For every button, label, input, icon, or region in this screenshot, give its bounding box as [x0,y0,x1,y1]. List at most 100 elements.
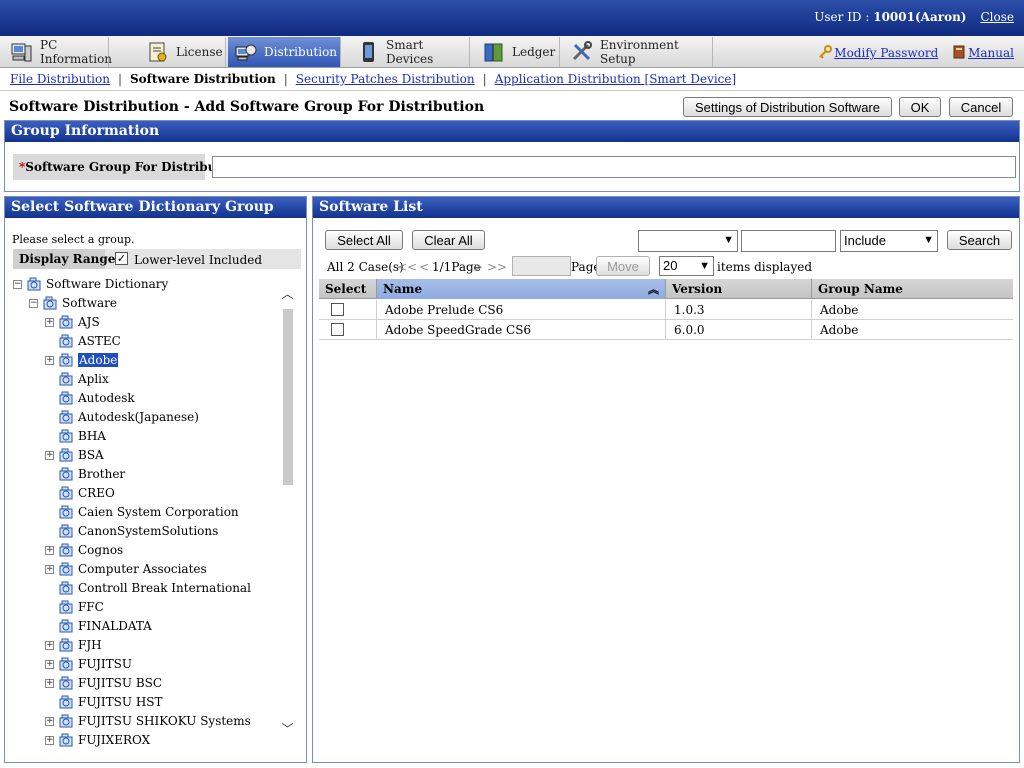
row-select-checkbox[interactable] [331,303,344,316]
sub-navigation: File Distribution | Software Distribution |… [0,69,1024,91]
tree-node-item[interactable]: FFC [45,598,104,616]
dictionary-group-icon [27,277,41,291]
page-number-input[interactable] [512,256,571,276]
tree-node-item[interactable]: CanonSystemSolutions [45,522,218,540]
search-button[interactable]: Search [947,230,1012,250]
dictionary-group-icon [59,543,73,557]
items-per-page-select[interactable]: 20 ▼ [659,256,714,276]
expand-icon[interactable]: + [45,735,54,745]
ok-button[interactable]: OK [899,97,941,117]
tab-pc-information[interactable]: PC Information [4,37,112,67]
tree-node-item[interactable]: + BSA [45,446,104,464]
expand-icon[interactable]: + [45,659,54,669]
tree-node-item[interactable]: + Adobe [45,351,119,369]
tab-distribution[interactable]: Distribution [228,37,341,67]
collapse-icon[interactable]: − [13,279,22,289]
tab-label: Distribution [264,45,338,59]
tree-node-item[interactable]: BHA [45,427,106,445]
expand-icon[interactable]: + [45,545,54,555]
tab-environment-setup[interactable]: Environment Setup [564,37,713,67]
tree-node-item[interactable]: FUJITSU HST [45,693,163,711]
tree-node-item[interactable]: CREO [45,484,115,502]
column-header-group-name[interactable]: Group Name [812,279,1013,299]
first-page-link[interactable]: << [397,260,417,274]
expand-icon[interactable]: + [45,716,54,726]
select-all-button[interactable]: Select All [325,230,403,250]
tree-node-item[interactable]: Autodesk [45,389,135,407]
filter-field-select[interactable]: ▼ [638,230,738,252]
top-links: Modify Password Manual [808,45,1014,60]
manual-link[interactable]: Manual [968,46,1014,60]
lower-level-included-checkbox[interactable]: ✓ [115,252,128,265]
tree-node-item[interactable]: + FUJITSU BSC [45,674,162,692]
scrollbar-thumb[interactable] [283,309,293,485]
expand-icon[interactable]: + [45,450,54,460]
tab-label: Smart Devices [386,38,434,66]
dictionary-group-icon [59,524,73,538]
tree-node-item[interactable]: FINALDATA [45,617,152,635]
tree-node-item[interactable]: + FUJITSU [45,655,132,673]
tree-node-item[interactable]: + Cognos [45,541,123,559]
row-select-checkbox[interactable] [331,323,344,336]
close-link[interactable]: Close [980,10,1014,24]
expand-icon[interactable]: + [45,564,54,574]
expand-icon[interactable]: + [45,678,54,688]
dictionary-group-icon [59,315,73,329]
tab-ledger[interactable]: Ledger [476,37,560,67]
last-page-link[interactable]: >> [487,260,507,274]
table-row[interactable]: Adobe SpeedGrade CS6 6.0.0 Adobe [319,320,1013,340]
tree-node-item[interactable]: Controll Break International [45,579,251,597]
software-distribution-current: Software Distribution [130,72,276,86]
tree-node-item[interactable]: Autodesk(Japanese) [45,408,199,426]
prev-page-link[interactable]: < [419,260,429,274]
filter-text-input[interactable] [741,230,836,252]
tree-node-label: CREO [78,486,115,500]
settings-of-distribution-software-button[interactable]: Settings of Distribution Software [683,97,892,117]
tree-node-item[interactable]: ASTEC [45,332,121,350]
next-page-link[interactable]: > [473,260,483,274]
tree-node-software-dictionary[interactable]: − Software Dictionary [13,275,168,293]
tree-node-item[interactable]: + FJH [45,636,102,654]
ledger-icon [482,41,506,63]
tab-smart-devices[interactable]: Smart Devices [350,37,470,67]
tree-node-item[interactable]: + AJS [45,313,100,331]
move-button[interactable]: Move [596,256,650,276]
modify-password-link[interactable]: Modify Password [834,46,938,60]
expand-icon[interactable]: + [45,355,54,365]
tree-node-item[interactable]: Caien System Corporation [45,503,239,521]
sort-icon: ︽ [648,283,659,296]
tab-license[interactable]: License [140,37,226,67]
column-header-name[interactable]: Name ︽ [377,279,666,299]
chevron-down-icon: ▼ [923,234,934,246]
tree-node-software[interactable]: − Software [29,294,117,312]
select-cell [319,300,377,320]
collapse-icon[interactable]: − [29,298,38,308]
security-patches-distribution-link[interactable]: Security Patches Distribution [296,72,475,86]
column-header-version[interactable]: Version [666,279,812,299]
clear-all-button[interactable]: Clear All [412,230,485,250]
software-group-input[interactable] [212,156,1016,178]
application-distribution-link[interactable]: Application Distribution [Smart Device] [495,72,737,86]
tab-label: License [176,45,223,59]
tree-node-item[interactable]: Brother [45,465,125,483]
tree-scrollbar[interactable]: ︿ ﹀ [279,275,296,750]
tree-node-item[interactable]: + Computer Associates [45,560,207,578]
top-header-bar: User ID : 10001(Aaron) Close [0,0,1024,36]
scroll-down-icon[interactable]: ﹀ [279,720,296,737]
dictionary-group-icon [59,448,73,462]
expand-icon[interactable]: + [45,317,54,327]
table-row[interactable]: Adobe Prelude CS6 1.0.3 Adobe [319,300,1013,320]
expand-icon[interactable]: + [45,640,54,650]
tree-node-label: Caien System Corporation [78,505,239,519]
tree-node-item[interactable]: + FUJIXEROX [45,731,150,749]
tree-node-item[interactable]: Aplix [45,370,109,388]
items-per-page-value: 20 [663,258,678,273]
dictionary-group-icon [59,619,73,633]
file-distribution-link[interactable]: File Distribution [10,72,110,86]
cancel-button[interactable]: Cancel [949,97,1013,117]
scroll-up-icon[interactable]: ︿ [279,285,296,302]
tree-node-label: Software [62,296,117,310]
tree-node-item[interactable]: + FUJITSU SHIKOKU Systems [45,712,251,730]
column-header-select: Select [319,279,377,299]
filter-match-select[interactable]: Include ▼ [840,230,938,252]
